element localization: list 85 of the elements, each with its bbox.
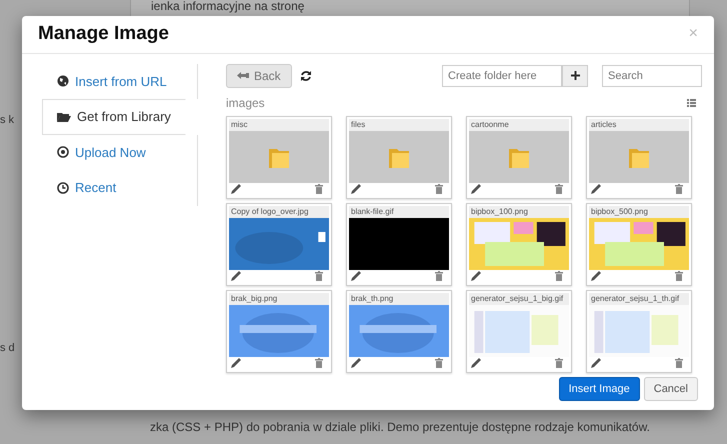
file-tile[interactable]: articles bbox=[586, 116, 692, 198]
file-tile[interactable]: Copy of logo_over.jpg bbox=[226, 202, 332, 286]
trash-icon bbox=[555, 184, 563, 194]
folder-name-field[interactable]: Create folder here bbox=[442, 64, 562, 86]
trash-icon bbox=[315, 358, 323, 368]
delete-button[interactable] bbox=[675, 270, 683, 282]
file-tile[interactable]: cartoonme bbox=[466, 116, 572, 198]
edit-button[interactable] bbox=[591, 270, 601, 282]
back-button[interactable]: Back bbox=[226, 64, 292, 88]
background-text: s k bbox=[0, 113, 14, 128]
add-folder-button[interactable] bbox=[562, 64, 588, 86]
file-name: misc bbox=[229, 118, 329, 130]
file-tile[interactable]: bipbox_500.png bbox=[586, 202, 692, 286]
file-name: articles bbox=[589, 118, 689, 130]
edit-button[interactable] bbox=[231, 270, 241, 282]
file-tile[interactable]: generator_sejsu_1_big.gif bbox=[466, 290, 572, 372]
edit-button[interactable] bbox=[351, 270, 361, 282]
sidebar-item[interactable]: Recent bbox=[42, 170, 132, 206]
trash-icon bbox=[435, 184, 443, 194]
edit-button[interactable] bbox=[471, 184, 481, 196]
delete-button[interactable] bbox=[675, 358, 683, 370]
trash-icon bbox=[315, 184, 323, 194]
trash-icon bbox=[555, 358, 563, 368]
refresh-button[interactable] bbox=[300, 70, 312, 82]
file-tile[interactable]: files bbox=[346, 116, 452, 198]
background-text: s d bbox=[0, 341, 15, 356]
delete-button[interactable] bbox=[555, 270, 563, 282]
file-name: Copy of logo_over.jpg bbox=[229, 206, 329, 218]
delete-button[interactable] bbox=[675, 184, 683, 196]
delete-button[interactable] bbox=[315, 358, 323, 370]
edit-button[interactable] bbox=[591, 358, 601, 370]
edit-button[interactable] bbox=[351, 358, 361, 370]
edit-button[interactable] bbox=[231, 184, 241, 196]
file-name: brak_th.png bbox=[349, 292, 449, 304]
file-name: generator_sejsu_1_big.gif bbox=[469, 292, 569, 304]
file-name: files bbox=[349, 118, 449, 130]
trash-icon bbox=[675, 358, 683, 368]
globe-icon bbox=[57, 75, 69, 88]
sidebar-item[interactable]: Insert from URL bbox=[42, 64, 182, 99]
file-name: cartoonme bbox=[469, 118, 569, 130]
background-text: zka (CSS + PHP) do pobrania w dziale pliki. Demo prezentuje dostępne rodzaje komunikatów. bbox=[150, 419, 650, 436]
file-tile[interactable]: misc bbox=[226, 116, 332, 198]
eye-icon bbox=[57, 146, 69, 158]
list-icon bbox=[687, 98, 696, 106]
delete-button[interactable] bbox=[315, 184, 323, 196]
refresh-icon bbox=[300, 70, 312, 82]
file-tile[interactable]: brak_big.png bbox=[226, 290, 332, 372]
delete-button[interactable] bbox=[435, 270, 443, 282]
delete-button[interactable] bbox=[435, 358, 443, 370]
file-tile[interactable]: bipbox_100.png bbox=[466, 202, 572, 286]
sidebar-item[interactable]: Get from Library bbox=[42, 99, 186, 134]
file-name: brak_big.png bbox=[229, 292, 329, 304]
file-name: bipbox_100.png bbox=[469, 206, 569, 218]
delete-button[interactable] bbox=[435, 184, 443, 196]
folder-path: images bbox=[226, 94, 265, 112]
delete-button[interactable] bbox=[315, 270, 323, 282]
dialog-title: Manage Image bbox=[38, 22, 169, 46]
edit-button[interactable] bbox=[471, 270, 481, 282]
insert-image-button[interactable]: Insert Image bbox=[558, 376, 640, 401]
edit-button[interactable] bbox=[231, 358, 241, 370]
edit-button[interactable] bbox=[351, 184, 361, 196]
trash-icon bbox=[435, 358, 443, 368]
sidebar-item[interactable]: Upload Now bbox=[42, 134, 161, 170]
trash-icon bbox=[675, 184, 683, 194]
edit-button[interactable] bbox=[471, 358, 481, 370]
file-tile[interactable]: generator_sejsu_1_th.gif bbox=[586, 290, 692, 372]
list-view-button[interactable] bbox=[687, 98, 696, 106]
file-tile[interactable]: blank-file.gif bbox=[346, 202, 452, 286]
delete-button[interactable] bbox=[555, 358, 563, 370]
trash-icon bbox=[555, 270, 563, 280]
folder-icon bbox=[57, 110, 71, 123]
clock-icon bbox=[57, 182, 69, 194]
trash-icon bbox=[315, 270, 323, 280]
delete-button[interactable] bbox=[555, 184, 563, 196]
cancel-button[interactable]: Cancel bbox=[644, 376, 698, 401]
edit-button[interactable] bbox=[591, 184, 601, 196]
file-name: blank-file.gif bbox=[349, 206, 449, 218]
search-field[interactable]: Search bbox=[602, 64, 702, 86]
file-name: generator_sejsu_1_th.gif bbox=[589, 292, 689, 304]
trash-icon bbox=[675, 270, 683, 280]
back-icon bbox=[237, 71, 250, 80]
trash-icon bbox=[435, 270, 443, 280]
file-name: bipbox_500.png bbox=[589, 206, 689, 218]
plus-icon bbox=[570, 71, 580, 80]
file-tile[interactable]: brak_th.png bbox=[346, 290, 452, 372]
